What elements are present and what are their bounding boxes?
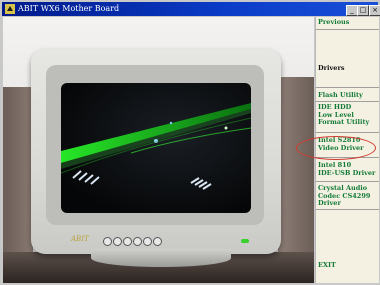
menu-divider	[316, 181, 379, 182]
monitor-stage: ABIT	[3, 17, 314, 283]
monitor-brand: ABIT	[71, 235, 89, 243]
power-led	[241, 239, 249, 243]
app-icon	[5, 4, 15, 14]
menu-ide-hdd-format[interactable]: IDE HDD Low Level Format Utility	[318, 103, 379, 127]
menu-previous[interactable]: Previous	[318, 18, 379, 27]
menu-flash-utility[interactable]: Flash Utility	[318, 91, 379, 100]
maximize-button[interactable]: □	[357, 5, 369, 16]
menu-divider	[316, 29, 379, 30]
racetrack-graphic	[61, 103, 251, 190]
left-wall	[3, 87, 33, 257]
monitor-control-3	[123, 237, 132, 246]
title-bar: ABIT WX6 Mother Board _ □ ×	[2, 2, 380, 16]
app-window: ABIT WX6 Mother Board _ □ × ABIT Previou…	[0, 0, 380, 285]
menu-exit[interactable]: EXIT	[318, 261, 379, 270]
menu-intel-810-ide-usb[interactable]: Intel 810 IDE-USB Driver	[318, 161, 379, 177]
menu-divider	[316, 132, 379, 133]
menu-divider	[316, 101, 379, 102]
selection-highlight-circle	[296, 136, 376, 160]
monitor-stand	[91, 249, 231, 267]
menu-crystal-audio[interactable]: Crystal Audio Codec CS4299 Driver	[318, 184, 379, 208]
menu-divider	[316, 209, 379, 210]
window-title: ABIT WX6 Mother Board	[18, 4, 120, 13]
menu-divider	[316, 87, 379, 88]
right-wall	[278, 77, 314, 262]
monitor-screen	[61, 83, 251, 213]
monitor-control-4	[133, 237, 142, 246]
monitor-control-5	[143, 237, 152, 246]
monitor-control-1	[103, 237, 112, 246]
crt-monitor	[31, 49, 281, 254]
close-button[interactable]: ×	[369, 5, 380, 16]
monitor-control-6	[153, 237, 162, 246]
monitor-control-2	[113, 237, 122, 246]
menu-drivers-heading: Drivers	[318, 64, 345, 72]
